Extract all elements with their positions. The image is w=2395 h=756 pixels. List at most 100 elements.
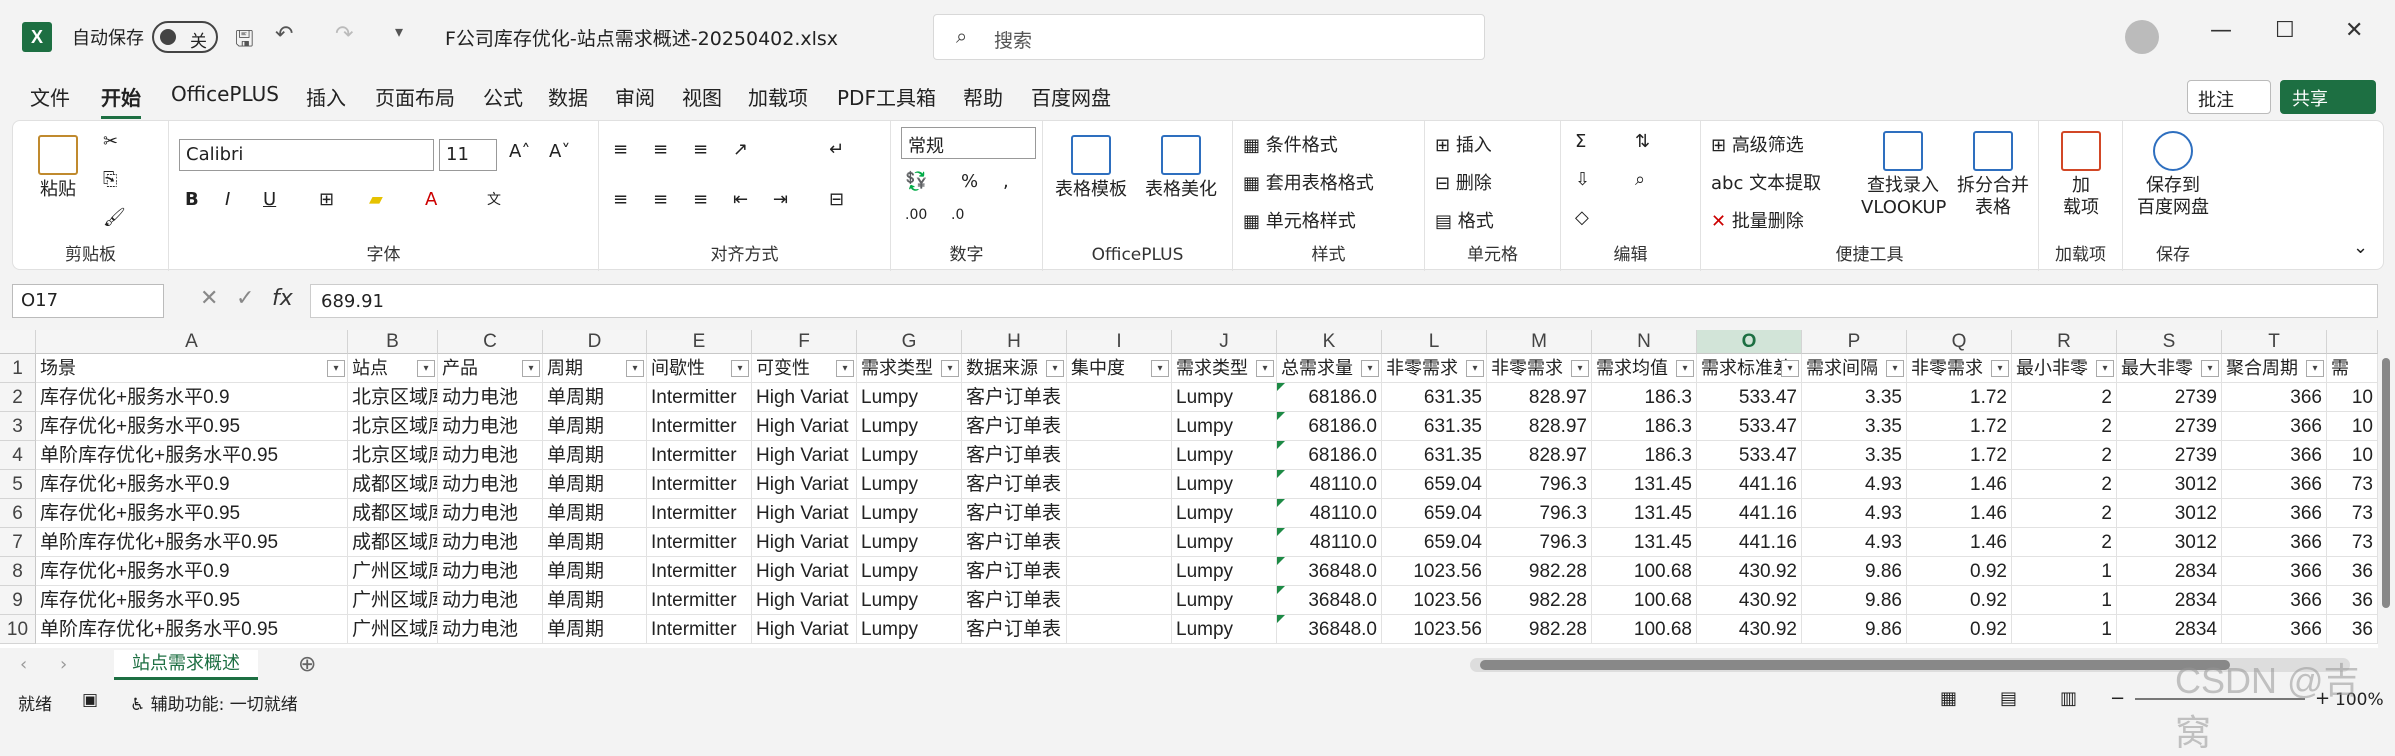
delete-cells-button[interactable]: ⊟ 删除 <box>1435 169 1492 195</box>
header-cell-partial[interactable]: 需 <box>2327 354 2378 383</box>
format-cells-button[interactable]: ▤ 格式 <box>1435 207 1494 233</box>
table-cell[interactable]: 动力电池 <box>438 528 543 557</box>
sheet-tab-site-demand[interactable]: 站点需求概述 <box>114 650 258 680</box>
align-left-icon[interactable]: ≡ <box>613 189 628 210</box>
table-cell[interactable]: 客户订单表 <box>962 441 1067 470</box>
table-cell[interactable]: 动力电池 <box>438 586 543 615</box>
zoom-out-icon[interactable]: − <box>2110 688 2125 709</box>
table-cell[interactable]: 828.97 <box>1487 441 1592 470</box>
table-cell[interactable]: High Variat <box>752 441 857 470</box>
tab-insert[interactable]: 插入 <box>306 82 346 111</box>
column-header-l[interactable]: L <box>1382 330 1487 354</box>
number-as-text-flag-icon[interactable] <box>1277 528 1285 536</box>
avatar[interactable] <box>2125 20 2159 54</box>
column-header-s[interactable]: S <box>2117 330 2222 354</box>
table-cell[interactable]: 成都区域库 <box>348 499 438 528</box>
filter-dropdown-icon[interactable]: ▾ <box>731 360 749 377</box>
table-cell[interactable]: 4.93 <box>1802 528 1907 557</box>
table-cell[interactable]: 3012 <box>2117 499 2222 528</box>
table-cell-partial[interactable]: 36 <box>2327 557 2378 586</box>
row-header-2[interactable]: 2 <box>0 383 36 412</box>
table-cell[interactable]: 客户订单表 <box>962 412 1067 441</box>
table-cell[interactable] <box>1067 470 1172 499</box>
next-sheet-icon[interactable]: › <box>60 654 67 675</box>
header-cell-p[interactable]: 需求间隔 ▾ <box>1802 354 1907 383</box>
tab-help[interactable]: 帮助 <box>963 82 1003 111</box>
filter-dropdown-icon[interactable]: ▾ <box>2306 360 2324 377</box>
header-cell-r[interactable]: 最小非零 ▾ <box>2012 354 2117 383</box>
table-cell[interactable]: 客户订单表 <box>962 470 1067 499</box>
decrease-indent-icon[interactable]: ⇤ <box>733 189 748 210</box>
conditional-format-button[interactable]: ▦ 条件格式 <box>1243 131 1338 157</box>
row-header-9[interactable]: 9 <box>0 586 36 615</box>
header-cell-c[interactable]: 产品 ▾ <box>438 354 543 383</box>
table-cell[interactable]: 2 <box>2012 412 2117 441</box>
table-cell[interactable]: High Variat <box>752 557 857 586</box>
header-cell-m[interactable]: 非零需求 ▾ <box>1487 354 1592 383</box>
table-cell[interactable]: 2 <box>2012 383 2117 412</box>
table-cell[interactable]: Lumpy <box>857 499 962 528</box>
table-cell[interactable] <box>1067 499 1172 528</box>
table-cell[interactable]: 单周期 <box>543 412 647 441</box>
table-cell[interactable]: Lumpy <box>1172 499 1277 528</box>
table-cell-partial[interactable]: 36 <box>2327 615 2378 644</box>
table-cell[interactable]: Intermitter <box>647 615 752 644</box>
tab-file[interactable]: 文件 <box>30 82 70 111</box>
table-cell[interactable]: 9.86 <box>1802 615 1907 644</box>
column-header-j[interactable]: J <box>1172 330 1277 354</box>
font-color-icon[interactable]: A <box>425 189 437 210</box>
table-cell[interactable]: 36848.0 <box>1277 586 1382 615</box>
header-cell-n[interactable]: 需求均值 ▾ <box>1592 354 1697 383</box>
column-header-i[interactable]: I <box>1067 330 1172 354</box>
font-name-select[interactable]: Calibri <box>179 139 434 171</box>
table-cell[interactable]: 单阶库存优化+服务水平0.95 <box>36 615 348 644</box>
row-header-5[interactable]: 5 <box>0 470 36 499</box>
table-cell[interactable]: 广州区域库 <box>348 615 438 644</box>
column-header-h[interactable]: H <box>962 330 1067 354</box>
save-to-netdisk-button[interactable]: 保存到 百度网盘 <box>2127 131 2219 219</box>
filter-dropdown-icon[interactable]: ▾ <box>2201 360 2219 377</box>
table-cell-partial[interactable]: 10 <box>2327 412 2378 441</box>
cut-icon[interactable]: ✂ <box>103 131 118 152</box>
column-header-d[interactable]: D <box>543 330 647 354</box>
table-cell[interactable]: 北京区域库 <box>348 412 438 441</box>
filter-dropdown-icon[interactable]: ▾ <box>1256 360 1274 377</box>
row-header-8[interactable]: 8 <box>0 557 36 586</box>
header-cell-l[interactable]: 非零需求 ▾ <box>1382 354 1487 383</box>
column-header-f[interactable]: F <box>752 330 857 354</box>
align-middle-icon[interactable]: ≡ <box>653 139 668 160</box>
table-beautify-button[interactable]: 表格美化 <box>1141 135 1221 201</box>
table-cell[interactable]: Lumpy <box>857 615 962 644</box>
table-cell[interactable]: High Variat <box>752 615 857 644</box>
table-cell[interactable]: Lumpy <box>1172 586 1277 615</box>
header-cell-f[interactable]: 可变性 ▾ <box>752 354 857 383</box>
table-cell[interactable]: 2834 <box>2117 586 2222 615</box>
table-cell[interactable]: 1023.56 <box>1382 557 1487 586</box>
table-cell[interactable]: 48110.0 <box>1277 470 1382 499</box>
table-cell[interactable]: Lumpy <box>1172 557 1277 586</box>
table-cell[interactable]: Lumpy <box>857 528 962 557</box>
table-cell[interactable]: 1.46 <box>1907 528 2012 557</box>
table-cell[interactable]: Lumpy <box>857 412 962 441</box>
autosum-icon[interactable]: Σ <box>1575 131 1586 152</box>
table-cell[interactable]: 9.86 <box>1802 586 1907 615</box>
search-box[interactable]: ⌕ 搜索 <box>933 14 1485 60</box>
table-cell[interactable]: 库存优化+服务水平0.9 <box>36 470 348 499</box>
filter-dropdown-icon[interactable]: ▾ <box>1991 360 2009 377</box>
table-cell[interactable]: 2 <box>2012 528 2117 557</box>
batch-delete-button[interactable]: ✕ 批量删除 <box>1711 207 1804 233</box>
increase-indent-icon[interactable]: ⇥ <box>773 189 788 210</box>
percent-icon[interactable]: % <box>961 171 978 192</box>
table-cell[interactable]: 3012 <box>2117 528 2222 557</box>
tab-review[interactable]: 审阅 <box>615 82 655 111</box>
table-cell[interactable]: 成都区域库 <box>348 470 438 499</box>
table-cell[interactable]: 单周期 <box>543 470 647 499</box>
row-header-6[interactable]: 6 <box>0 499 36 528</box>
table-cell[interactable]: 100.68 <box>1592 586 1697 615</box>
table-cell[interactable]: 533.47 <box>1697 383 1802 412</box>
tab-officeplus[interactable]: OfficePLUS <box>171 82 279 106</box>
table-cell[interactable]: 单周期 <box>543 557 647 586</box>
table-cell[interactable] <box>1067 615 1172 644</box>
add-sheet-icon[interactable]: ⊕ <box>298 652 316 677</box>
table-cell[interactable]: 客户订单表 <box>962 557 1067 586</box>
